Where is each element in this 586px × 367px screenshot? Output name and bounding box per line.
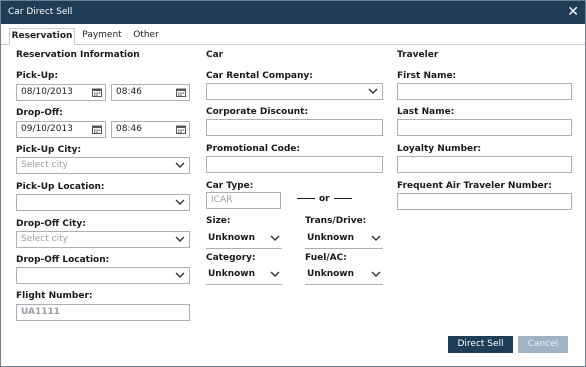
traveler-section-title: Traveler [397,50,439,60]
rental-company-label: Car Rental Company: [206,71,313,81]
tab-other-label: Other [133,30,159,40]
calendar-icon[interactable] [176,88,186,97]
loyalty-number-input[interactable] [397,156,572,173]
pickup-location-select[interactable] [16,194,190,211]
category-value: Unknown [208,269,256,279]
dialog-title: Car Direct Sell [8,7,73,17]
last-name-label: Last Name: [397,107,455,117]
first-name-label: First Name: [397,71,457,81]
chevron-down-icon [175,272,185,278]
category-label: Category: [206,253,256,263]
pickup-time-value: 08:46 [116,87,142,97]
corporate-discount-input[interactable] [206,119,383,136]
fuel-ac-label: Fuel/AC: [305,253,347,263]
first-name-input[interactable] [397,83,572,100]
chevron-down-icon [175,236,185,242]
reservation-section-title: Reservation Information [16,50,140,60]
dropoff-location-label: Drop-Off Location: [16,255,110,265]
tab-reservation[interactable]: Reservation [9,28,75,45]
pickup-city-select[interactable]: Select city [16,157,190,174]
rental-company-select[interactable] [206,83,383,100]
chevron-down-icon [368,88,378,94]
dropoff-location-select[interactable] [16,267,190,284]
fuel-ac-select[interactable]: Unknown [305,266,383,285]
car-type-input[interactable]: ICAR [206,192,281,209]
calendar-icon[interactable] [92,125,102,134]
loyalty-number-label: Loyalty Number: [397,144,482,154]
dropoff-city-placeholder: Select city [21,234,68,244]
tab-bar: Reservation Payment Other [1,28,585,45]
chevron-down-icon [270,271,280,277]
dropoff-label: Drop-Off: [16,108,63,118]
car-section-title: Car [206,50,224,60]
corporate-discount-label: Corporate Discount: [206,107,309,117]
frequent-air-label: Frequent Air Traveler Number: [397,181,552,191]
calendar-icon[interactable] [92,88,102,97]
size-value: Unknown [208,233,256,243]
calendar-icon[interactable] [176,125,186,134]
tab-reservation-label: Reservation [11,31,73,41]
dropoff-time-input[interactable]: 08:46 [111,121,190,138]
close-icon[interactable]: ✕ [567,3,579,21]
frequent-air-input[interactable] [397,193,572,210]
pickup-time-input[interactable]: 08:46 [111,84,190,101]
category-select[interactable]: Unknown [206,266,282,285]
size-label: Size: [206,216,231,226]
pickup-date-input[interactable]: 08/10/2013 [16,84,106,101]
tab-payment[interactable]: Payment [79,28,125,43]
direct-sell-button[interactable]: Direct Sell [448,336,513,353]
chevron-down-icon [371,271,381,277]
dropoff-date-input[interactable]: 09/10/2013 [16,121,106,138]
chevron-down-icon [175,162,185,168]
chevron-down-icon [175,199,185,205]
promotional-code-input[interactable] [206,156,383,173]
flight-number-label: Flight Number: [16,291,93,301]
chevron-down-icon [371,235,381,241]
or-separator: or [293,194,356,204]
dropoff-date-value: 09/10/2013 [21,124,73,134]
trans-drive-label: Trans/Drive: [305,216,367,226]
size-select[interactable]: Unknown [206,230,282,249]
tab-other[interactable]: Other [129,28,163,43]
title-bar: Car Direct Sell ✕ [1,1,585,24]
pickup-label: Pick-Up: [16,71,59,81]
pickup-city-label: Pick-Up City: [16,145,82,155]
flight-number-placeholder: UA1111 [21,307,61,317]
last-name-input[interactable] [397,119,572,136]
cancel-button[interactable]: Cancel [518,336,568,353]
car-direct-sell-dialog: Car Direct Sell ✕ Reservation Payment Ot… [0,0,586,367]
chevron-down-icon [270,235,280,241]
dropoff-time-value: 08:46 [116,124,142,134]
promotional-code-label: Promotional Code: [206,144,300,154]
dropoff-city-select[interactable]: Select city [16,231,190,248]
pickup-location-label: Pick-Up Location: [16,182,105,192]
tab-payment-label: Payment [82,30,122,40]
fuel-ac-value: Unknown [307,269,355,279]
flight-number-input[interactable]: UA1111 [16,304,190,321]
car-type-placeholder: ICAR [211,195,233,205]
trans-drive-select[interactable]: Unknown [305,230,383,249]
car-type-label: Car Type: [206,181,254,191]
pickup-date-value: 08/10/2013 [21,87,73,97]
pickup-city-placeholder: Select city [21,160,68,170]
or-text: or [319,194,330,204]
dropoff-city-label: Drop-Off City: [16,219,86,229]
trans-drive-value: Unknown [307,233,355,243]
